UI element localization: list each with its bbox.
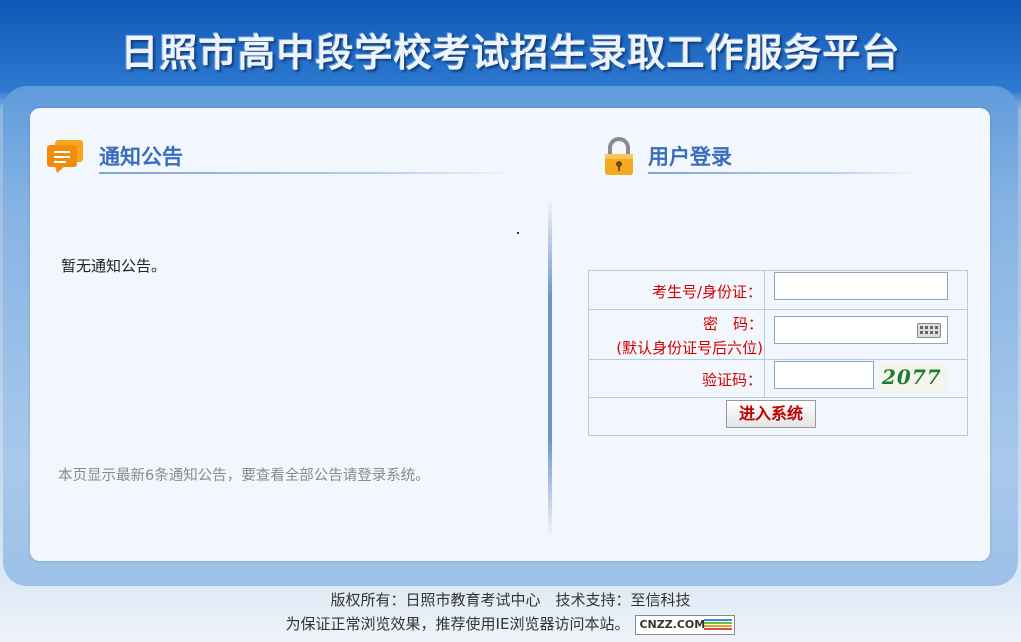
speech-bubble-icon bbox=[45, 138, 85, 174]
login-section-title: 用户登录 bbox=[648, 145, 732, 169]
cnzz-badge[interactable]: CNZZ.COM bbox=[635, 614, 736, 635]
notice-section-title: 通知公告 bbox=[99, 145, 183, 169]
password-hint: (默认身份证号后六位) bbox=[616, 339, 763, 357]
footer-copyright: 版权所有：日照市教育考试中心 技术支持：至信科技 bbox=[330, 591, 691, 609]
password-label: 密 码： bbox=[702, 315, 763, 333]
notice-footer-text: 本页显示最新6条通知公告，要查看全部公告请登录系统。 bbox=[58, 468, 430, 484]
virtual-keyboard-icon[interactable] bbox=[917, 323, 941, 338]
form-row-line bbox=[589, 309, 967, 310]
password-input[interactable] bbox=[774, 316, 948, 344]
username-input[interactable] bbox=[774, 272, 948, 300]
login-title-underline bbox=[648, 172, 918, 174]
login-submit-button[interactable]: 进入系统 bbox=[726, 400, 816, 428]
footer-browser-note-row: 为保证正常浏览效果，推荐使用IE浏览器访问本站。 CNZZ.COM bbox=[0, 613, 1021, 635]
stray-dot bbox=[517, 232, 519, 234]
site-title: 日照市高中段学校考试招生录取工作服务平台 bbox=[120, 30, 901, 75]
captcha-image[interactable]: 2077 bbox=[878, 362, 946, 392]
notice-title-underline bbox=[99, 172, 514, 174]
lock-icon bbox=[602, 137, 636, 177]
notice-empty-text: 暂无通知公告。 bbox=[61, 257, 167, 275]
cnzz-badge-text: CNZZ.COM bbox=[639, 617, 706, 631]
cnzz-bars-icon bbox=[704, 618, 733, 631]
captcha-input[interactable] bbox=[774, 361, 874, 389]
column-divider bbox=[548, 198, 552, 538]
username-label: 考生号/身份证： bbox=[651, 283, 762, 301]
form-column-line bbox=[764, 271, 765, 397]
captcha-label: 验证码： bbox=[701, 371, 762, 389]
form-row-line bbox=[589, 359, 967, 360]
footer-browser-note: 为保证正常浏览效果，推荐使用IE浏览器访问本站。 bbox=[285, 615, 630, 633]
form-row-line bbox=[589, 397, 967, 398]
